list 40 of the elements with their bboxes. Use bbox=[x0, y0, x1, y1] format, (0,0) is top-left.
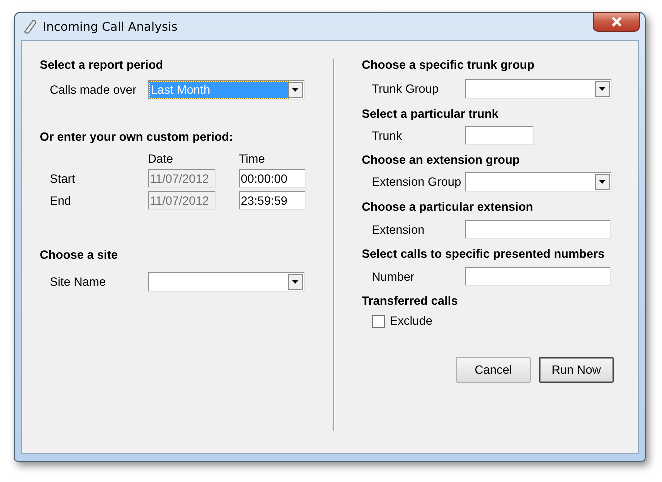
close-button[interactable] bbox=[593, 12, 640, 32]
caret-icon bbox=[292, 88, 299, 92]
section-heading: Choose an extension group bbox=[362, 153, 522, 167]
input-field[interactable] bbox=[465, 220, 611, 239]
handset-icon bbox=[22, 18, 38, 34]
field-label: Number bbox=[372, 270, 416, 284]
dropdown[interactable] bbox=[148, 272, 305, 292]
column-header: Date bbox=[148, 152, 174, 166]
section-heading: Choose a specific trunk group bbox=[362, 58, 536, 72]
cancel-button[interactable]: Cancel bbox=[456, 357, 531, 383]
section-heading: Transferred calls bbox=[362, 294, 460, 308]
section-heading: Choose a particular extension bbox=[362, 200, 534, 214]
caret-icon bbox=[599, 87, 606, 91]
run-button[interactable]: Run Now bbox=[539, 357, 614, 383]
field-label: Trunk bbox=[372, 128, 404, 142]
input-field[interactable]: 00:00:00 bbox=[239, 169, 306, 188]
input-field[interactable] bbox=[465, 267, 611, 286]
field-label: Start bbox=[50, 172, 76, 186]
section-heading: Or enter your own custom period: bbox=[40, 130, 234, 144]
caret-icon bbox=[292, 280, 299, 284]
section-heading: Select a particular trunk bbox=[362, 107, 500, 121]
section-heading: Select a report period bbox=[40, 58, 164, 72]
input-field[interactable]: 23:59:59 bbox=[239, 191, 306, 210]
field-label: Site Name bbox=[50, 275, 108, 289]
section-heading: Select calls to specific presented numbers bbox=[362, 247, 606, 261]
dropdown[interactable] bbox=[465, 172, 612, 192]
column-header: Time bbox=[239, 152, 266, 166]
field-label: Trunk Group bbox=[372, 82, 440, 96]
caret-icon bbox=[599, 180, 606, 184]
field-label: Extension bbox=[372, 222, 426, 236]
checkbox-label: Exclude bbox=[390, 314, 433, 328]
checkbox[interactable] bbox=[372, 314, 385, 328]
dropdown[interactable] bbox=[465, 79, 612, 99]
close-icon bbox=[610, 17, 622, 27]
input-field[interactable] bbox=[465, 126, 534, 145]
window-title: Incoming Call Analysis bbox=[43, 20, 178, 34]
field-label: End bbox=[50, 194, 72, 208]
section-heading: Choose a site bbox=[40, 248, 120, 262]
field-label: Calls made over bbox=[50, 83, 138, 97]
field-label: Extension Group bbox=[372, 175, 462, 189]
